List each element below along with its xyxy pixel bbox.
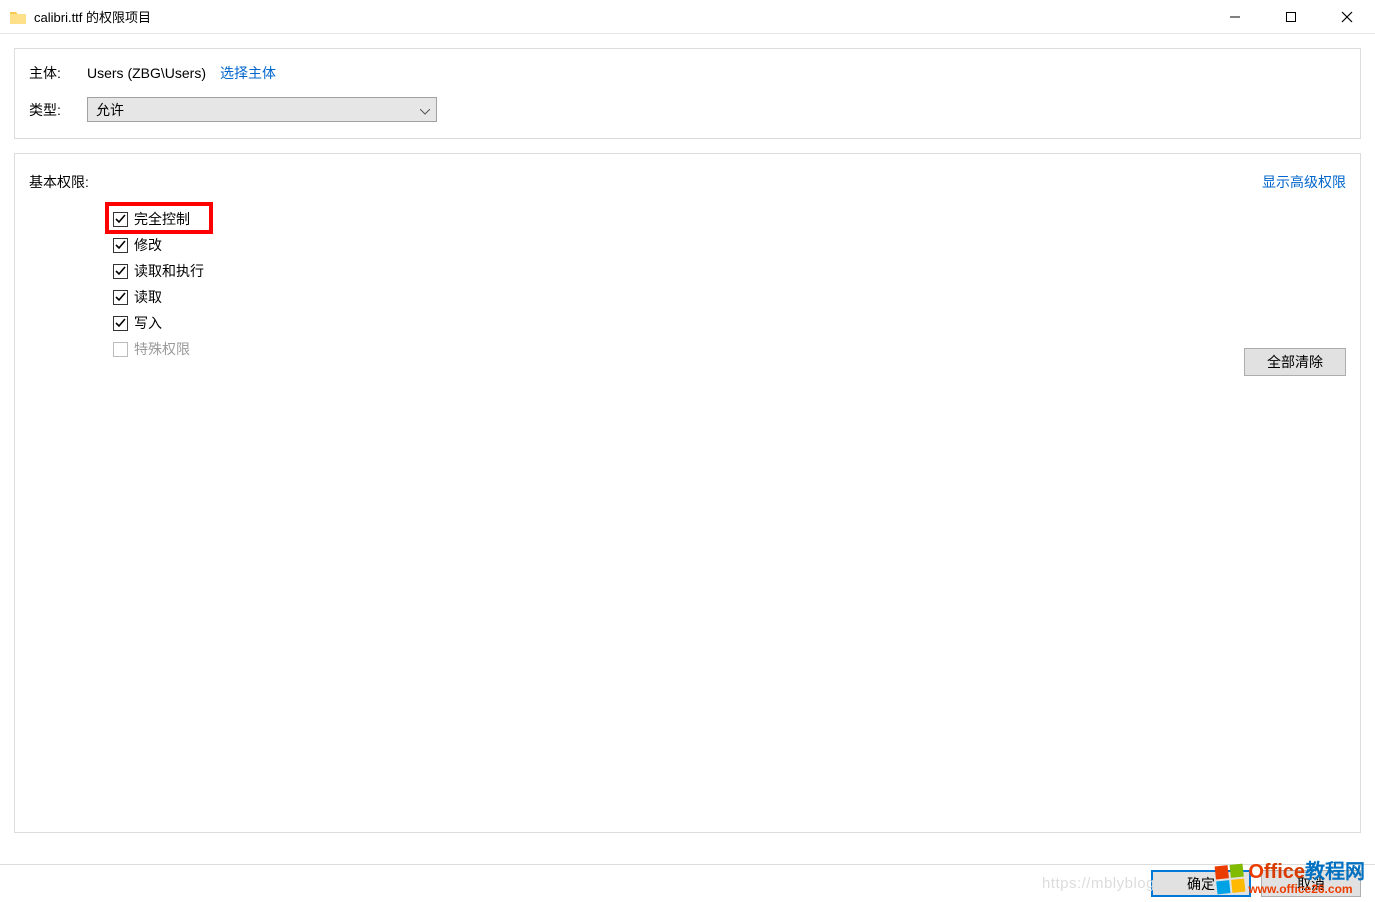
- minimize-button[interactable]: [1207, 0, 1263, 33]
- ok-label: 确定: [1187, 874, 1215, 894]
- permission-item: 写入: [113, 310, 1346, 336]
- titlebar: calibri.ttf 的权限项目: [0, 0, 1375, 34]
- clear-all-label: 全部清除: [1267, 352, 1323, 372]
- permission-checkbox[interactable]: [113, 290, 128, 305]
- permission-checkbox[interactable]: [113, 212, 128, 227]
- permissions-header: 基本权限: 显示高级权限: [29, 172, 1346, 192]
- principal-value: Users (ZBG\Users): [87, 65, 206, 81]
- type-row: 类型: 允许: [29, 97, 1346, 122]
- maximize-button[interactable]: [1263, 0, 1319, 33]
- permission-checkbox[interactable]: [113, 264, 128, 279]
- window-title: calibri.ttf 的权限项目: [34, 7, 151, 26]
- cancel-label: 取消: [1297, 874, 1325, 894]
- folder-icon: [10, 10, 26, 24]
- permission-label: 完全控制: [134, 209, 190, 229]
- type-select[interactable]: 允许: [87, 97, 437, 122]
- header-panel: 主体: Users (ZBG\Users) 选择主体 类型: 允许: [14, 48, 1361, 139]
- footer: 确定 取消: [0, 864, 1375, 902]
- permission-item: 读取: [113, 284, 1346, 310]
- permission-item: 读取和执行: [113, 258, 1346, 284]
- principal-label: 主体:: [29, 63, 87, 83]
- permission-item: 完全控制: [113, 206, 1346, 232]
- type-label: 类型:: [29, 100, 87, 120]
- permission-label: 读取和执行: [134, 261, 204, 281]
- permission-label: 读取: [134, 287, 162, 307]
- permission-checkbox[interactable]: [113, 316, 128, 331]
- ok-button[interactable]: 确定: [1151, 870, 1251, 897]
- permissions-list: 完全控制修改读取和执行读取写入特殊权限: [113, 206, 1346, 362]
- close-button[interactable]: [1319, 0, 1375, 33]
- content: 主体: Users (ZBG\Users) 选择主体 类型: 允许 基本权限: …: [0, 34, 1375, 833]
- permission-item: 修改: [113, 232, 1346, 258]
- window-controls: [1207, 0, 1375, 33]
- titlebar-left: calibri.ttf 的权限项目: [10, 7, 151, 26]
- permissions-panel: 基本权限: 显示高级权限 完全控制修改读取和执行读取写入特殊权限 全部清除: [14, 153, 1361, 833]
- permission-label: 修改: [134, 235, 162, 255]
- clear-all-button[interactable]: 全部清除: [1244, 348, 1346, 376]
- cancel-button[interactable]: 取消: [1261, 870, 1361, 897]
- type-select-value: 允许: [96, 100, 124, 120]
- permission-label: 特殊权限: [134, 339, 190, 359]
- permission-label: 写入: [134, 313, 162, 333]
- principal-row: 主体: Users (ZBG\Users) 选择主体: [29, 63, 1346, 83]
- permission-checkbox[interactable]: [113, 238, 128, 253]
- show-advanced-link[interactable]: 显示高级权限: [1262, 172, 1346, 192]
- chevron-down-icon: [420, 102, 430, 118]
- permission-item: 特殊权限: [113, 336, 1346, 362]
- select-principal-link[interactable]: 选择主体: [220, 63, 276, 83]
- permission-checkbox: [113, 342, 128, 357]
- permissions-section-label: 基本权限:: [29, 172, 89, 192]
